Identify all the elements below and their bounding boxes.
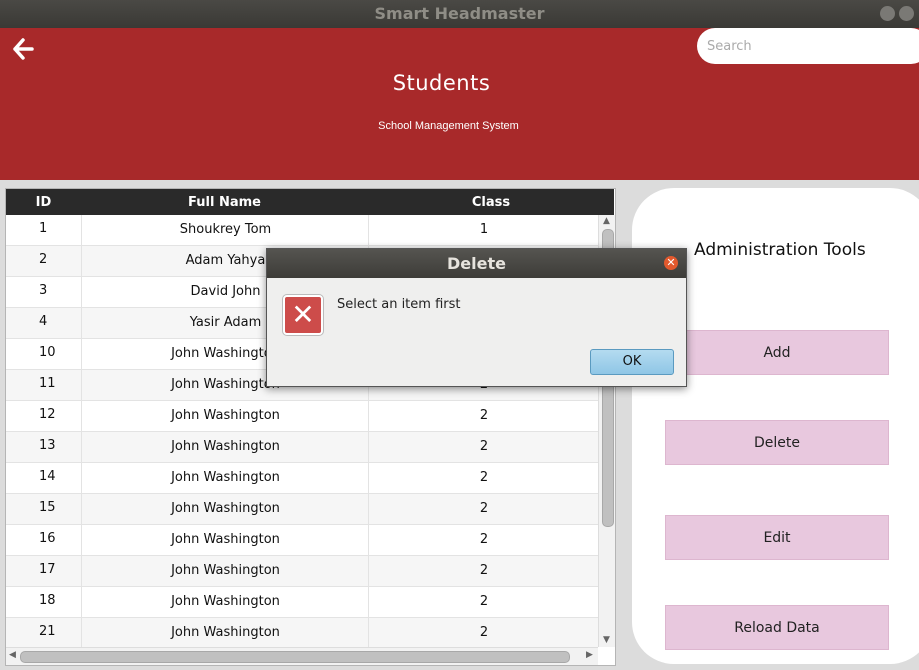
admin-tools-title: Administration Tools [694,240,866,260]
close-icon[interactable]: ✕ [664,256,678,270]
table-row[interactable]: 17 John Washington 2 [6,556,598,587]
scroll-right-icon[interactable]: ▶ [586,650,593,660]
window-titlebar: Smart Headmaster [0,0,919,28]
delete-button[interactable]: Delete [665,420,889,465]
cell-full-name: John Washington [81,618,369,648]
table-row[interactable]: 16 John Washington 2 [6,525,598,556]
cell-full-name: John Washington [81,525,369,555]
cell-class: 2 [368,463,599,493]
arrow-left-icon[interactable] [12,38,34,65]
add-button[interactable]: Add [665,330,889,375]
horizontal-scroll-thumb[interactable] [20,651,570,663]
cell-full-name: John Washington [81,587,369,617]
dialog-titlebar: Delete ✕ [267,249,686,278]
cell-class: 1 [368,215,599,245]
table-row[interactable]: 18 John Washington 2 [6,587,598,618]
horizontal-scrollbar[interactable]: ◀ ▶ [6,647,598,665]
page-subtitle: School Management System [378,120,519,132]
cell-full-name: Shoukrey Tom [81,215,369,245]
reload-data-button[interactable]: Reload Data [665,605,889,650]
column-header-full-name[interactable]: Full Name [81,195,368,210]
edit-button[interactable]: Edit [665,515,889,560]
cell-class: 2 [368,401,599,431]
minimize-button[interactable] [880,6,895,21]
dialog-message: Select an item first [337,297,461,312]
table-row[interactable]: 21 John Washington 2 [6,618,598,649]
error-icon: ✕ [283,295,323,335]
table-row[interactable]: 15 John Washington 2 [6,494,598,525]
table-row[interactable]: 14 John Washington 2 [6,463,598,494]
window-title: Smart Headmaster [374,4,545,23]
cell-full-name: John Washington [81,463,369,493]
column-header-class[interactable]: Class [368,195,614,210]
cell-class: 2 [368,618,599,648]
table-row[interactable]: 12 John Washington 2 [6,401,598,432]
ok-button[interactable]: OK [590,349,674,375]
column-header-id[interactable]: ID [6,195,81,210]
cell-full-name: John Washington [81,494,369,524]
table-header: ID Full Name Class [6,189,614,215]
cell-class: 2 [368,525,599,555]
cell-class: 2 [368,494,599,524]
delete-dialog: Delete ✕ ✕ Select an item first OK [266,248,687,387]
cell-class: 2 [368,587,599,617]
scroll-up-icon[interactable]: ▲ [603,216,610,226]
search-input[interactable] [697,28,919,64]
table-row[interactable]: 1 Shoukrey Tom 1 [6,215,598,246]
page-title: Students [392,71,491,95]
cell-class: 2 [368,556,599,586]
scroll-left-icon[interactable]: ◀ [9,650,16,660]
cell-full-name: John Washington [81,401,369,431]
dialog-title: Delete [447,254,506,273]
page-header: Students School Management System [0,28,919,180]
scroll-down-icon[interactable]: ▼ [603,635,610,645]
table-row[interactable]: 13 John Washington 2 [6,432,598,463]
close-window-button[interactable] [899,6,914,21]
cell-full-name: John Washington [81,556,369,586]
cell-full-name: John Washington [81,432,369,462]
cell-class: 2 [368,432,599,462]
